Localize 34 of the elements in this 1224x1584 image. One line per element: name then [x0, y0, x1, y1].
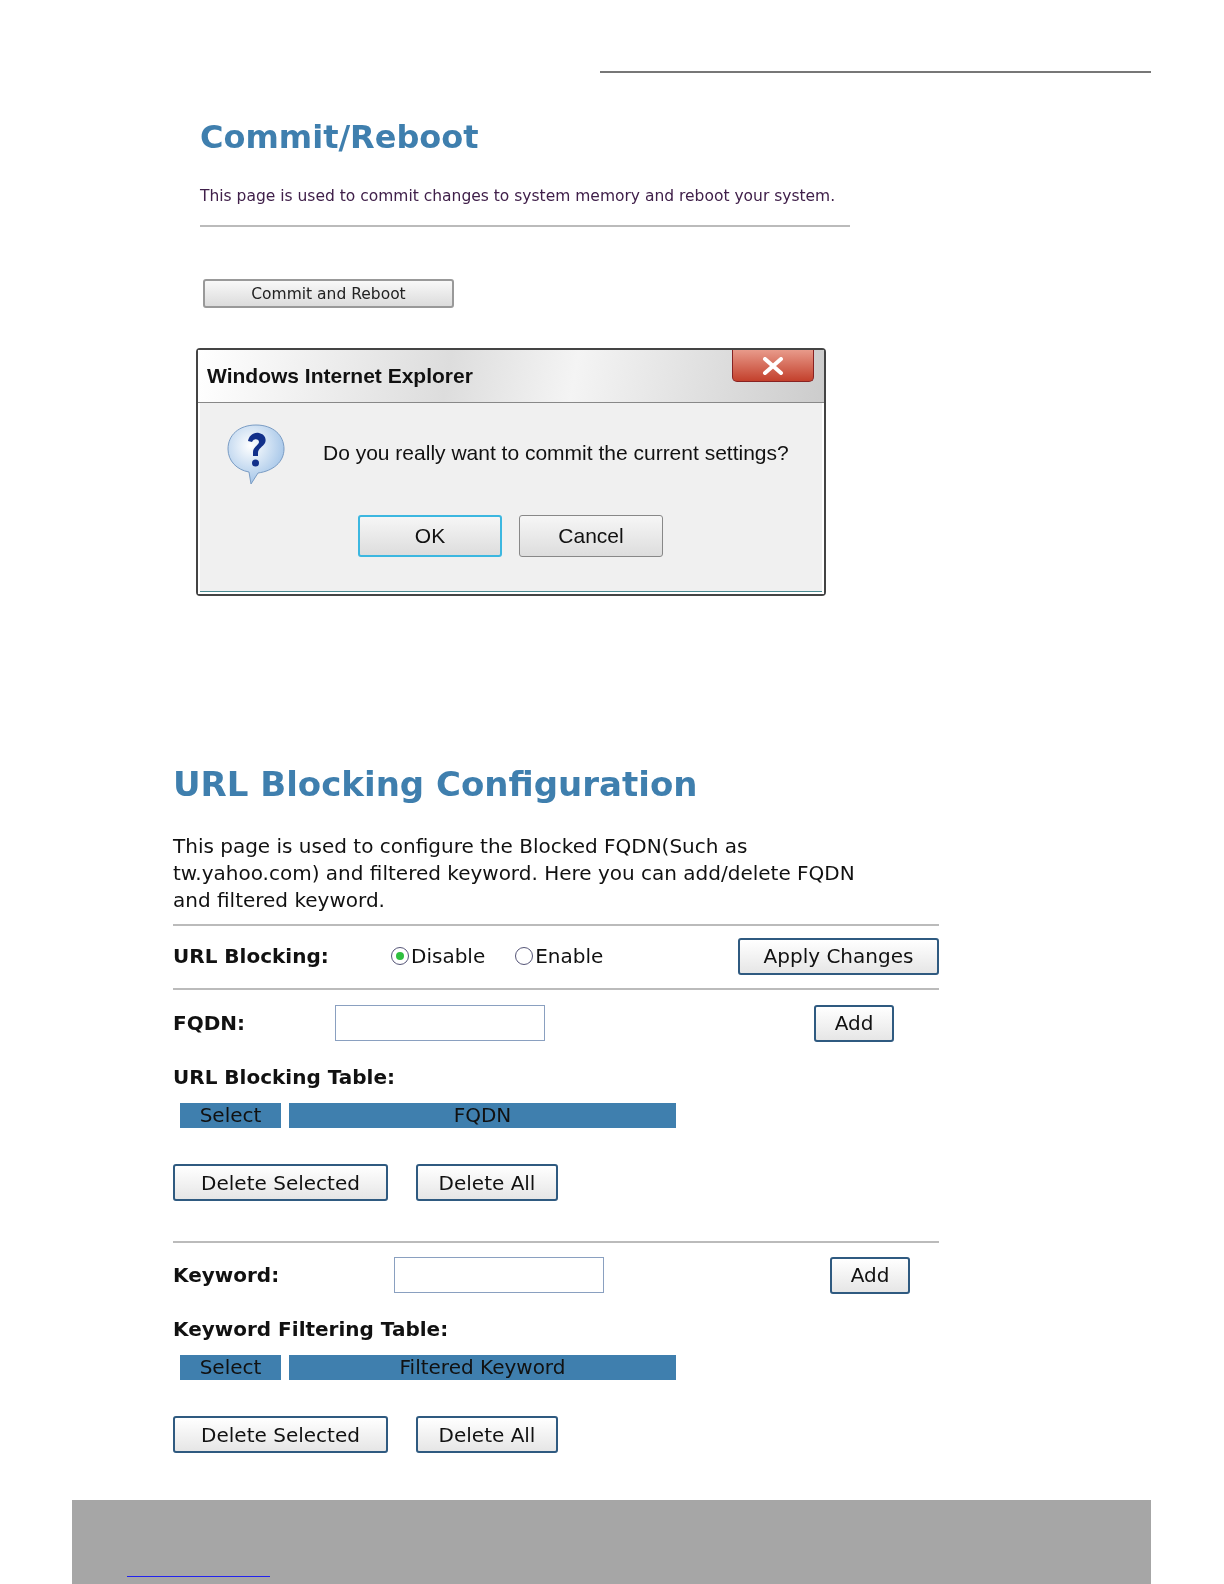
dialog-button[interactable]: Cancel — [519, 515, 663, 557]
page-description: This page is used to configure the Blocked FQDN(Such as tw.yahoo.com) and filtered keyword. Here you can add/delete FQDN and filtered keyword. — [173, 833, 856, 914]
table-title: Keyword Filtering Table: — [173, 1317, 450, 1341]
delete-all-button[interactable]: Delete All — [416, 1164, 558, 1201]
field-label: FQDN: — [173, 1011, 246, 1035]
close-icon — [762, 356, 784, 375]
field-label: Keyword: — [173, 1263, 281, 1287]
delete-selected-button[interactable]: Delete Selected — [173, 1416, 388, 1453]
delete-selected-button[interactable]: Delete Selected — [173, 1164, 388, 1201]
add-button[interactable]: Add — [814, 1004, 894, 1042]
commit-reboot-button[interactable]: Commit and Reboot — [203, 279, 454, 308]
dialog-button[interactable]: OK — [358, 515, 502, 557]
delete-all-button[interactable]: Delete All — [416, 1416, 558, 1453]
column-header: FQDN — [289, 1103, 676, 1128]
input-field[interactable] — [394, 1257, 604, 1293]
page-title: Commit/Reboot — [200, 117, 480, 157]
radio-label: Enable — [535, 944, 604, 968]
input-field[interactable] — [335, 1005, 545, 1041]
radio-button[interactable] — [391, 947, 409, 965]
radio-button[interactable] — [515, 947, 534, 965]
field-label: URL Blocking: — [173, 944, 330, 968]
column-header: Select — [180, 1355, 281, 1380]
dialog-message: Do you really want to commit the current settings? — [323, 441, 789, 465]
radio-label: Disable — [411, 944, 486, 968]
column-header: Filtered Keyword — [289, 1355, 676, 1380]
dialog-title: Windows Internet Explorer — [207, 364, 473, 388]
table-title: URL Blocking Table: — [173, 1065, 396, 1089]
page-title: URL Blocking Configuration — [173, 764, 699, 804]
add-button[interactable]: Add — [830, 1256, 910, 1294]
apply-changes-button[interactable]: Apply Changes — [738, 937, 939, 975]
question-icon — [224, 421, 288, 485]
close-button[interactable] — [732, 350, 814, 382]
page-description: This page is used to commit changes to system memory and reboot your system. — [200, 186, 837, 207]
column-header: Select — [180, 1103, 281, 1128]
